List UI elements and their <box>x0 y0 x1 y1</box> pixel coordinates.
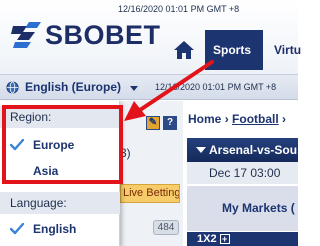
chevron-down-icon[interactable] <box>130 86 138 91</box>
breadcrumb-football[interactable]: Football <box>232 112 279 126</box>
sbobet-logo[interactable]: SBOBET <box>9 18 161 52</box>
my-markets-label: My Markets <box>222 201 288 215</box>
tab-virtual[interactable]: Virtu <box>266 30 306 70</box>
checkmark-icon <box>10 139 24 151</box>
checkmark-icon <box>10 223 24 235</box>
home-icon[interactable] <box>173 40 195 60</box>
language-bar-time: 12/16/2020 01:01 PM GMT +8 <box>155 82 277 92</box>
edit-icon[interactable]: ✎ <box>146 116 160 130</box>
region-option-label: Europe <box>33 138 75 152</box>
breadcrumb-home[interactable]: Home <box>188 112 221 126</box>
expand-plus-icon[interactable]: + <box>219 234 230 244</box>
my-markets-count: ( <box>290 201 295 215</box>
live-betting-button[interactable]: Live Betting <box>120 184 180 203</box>
language-heading: Language: <box>0 192 120 214</box>
language-selector[interactable]: English (Europe) <box>25 80 121 94</box>
count-badge: 484 <box>153 220 179 235</box>
breadcrumb: Home › Football › <box>188 112 286 126</box>
market-1x2-row[interactable]: 1X2 + <box>187 232 298 246</box>
left-panel-count-text: 3) <box>120 146 131 160</box>
help-icon[interactable]: ? <box>163 116 177 130</box>
my-markets-bar[interactable]: My Markets ( <box>187 186 298 231</box>
region-option-europe[interactable]: Europe <box>0 134 120 156</box>
breadcrumb-separator: › <box>224 112 229 126</box>
region-option-asia[interactable]: Asia <box>0 160 120 182</box>
collapse-arrow-icon[interactable] <box>196 147 206 153</box>
globe-icon <box>6 81 19 94</box>
site-header: SBOBET 12/16/2020 01:01 PM GMT +8 Sports… <box>0 0 301 74</box>
language-option-english[interactable]: English <box>0 218 120 240</box>
region-heading: Region: <box>0 106 120 128</box>
tab-sports[interactable]: Sports <box>205 30 263 70</box>
header-datetime: 12/16/2020 01:01 PM GMT +8 <box>118 4 240 14</box>
panel-toolbar: ✎ ? <box>146 116 180 130</box>
breadcrumb-separator-2: › <box>282 112 287 126</box>
region-language-dropdown: Region: Europe Asia Language: English <box>0 101 120 246</box>
logo-text: SBOBET <box>45 19 161 50</box>
sbobet-logo-icon <box>11 22 41 48</box>
language-bar: English (Europe) 12/16/2020 01:01 PM GMT… <box>0 74 298 100</box>
language-option-label: English <box>33 222 77 236</box>
match-date: Dec 17 03:00 <box>187 162 298 184</box>
market-1x2-label: 1X2 <box>197 233 217 245</box>
region-option-label: Asia <box>33 164 59 178</box>
